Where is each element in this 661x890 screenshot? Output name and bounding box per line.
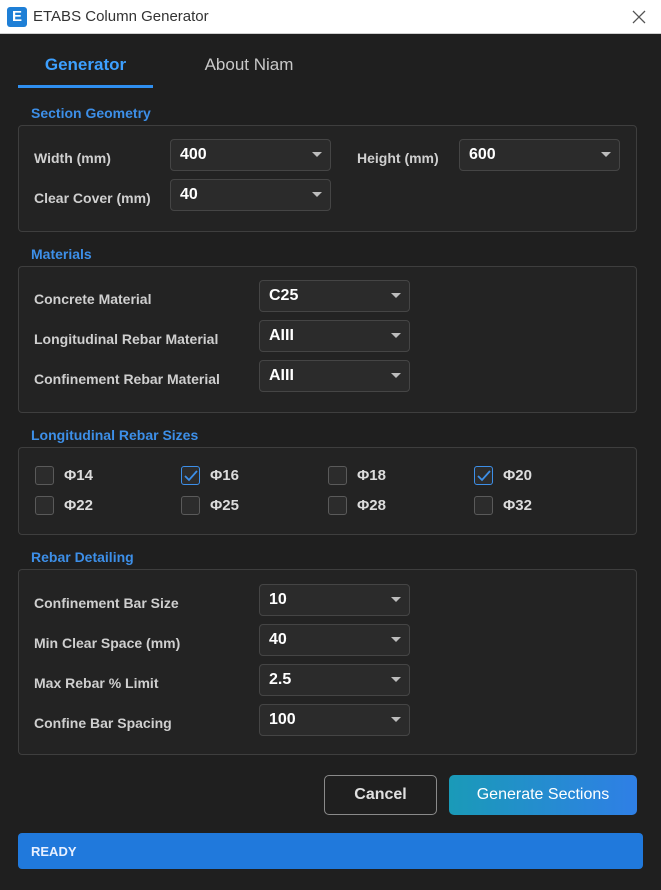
rebar-checkbox-phi18[interactable]: Φ18 — [328, 465, 418, 487]
rebar-checkbox-label: Φ28 — [357, 497, 386, 514]
checkmark-icon — [477, 470, 491, 482]
rebar-checkbox-phi16[interactable]: Φ16 — [181, 465, 271, 487]
rebar-checkbox-phi14[interactable]: Φ14 — [35, 465, 125, 487]
confinement-rebar-material-select[interactable]: AIII — [259, 360, 410, 392]
checkbox-box — [35, 496, 54, 515]
longitudinal-rebar-material-label: Longitudinal Rebar Material — [34, 331, 219, 347]
rebar-checkbox-label: Φ22 — [64, 497, 93, 514]
confinement-rebar-material-value: AIII — [269, 367, 294, 384]
width-value: 400 — [180, 146, 207, 163]
status-text: READY — [31, 844, 77, 859]
materials-title: Materials — [31, 246, 92, 262]
min-clear-space-label: Min Clear Space (mm) — [34, 635, 181, 651]
concrete-material-value: C25 — [269, 287, 299, 304]
materials-group: Concrete Material C25 Longitudinal Rebar… — [18, 266, 637, 413]
chevron-down-icon — [391, 637, 401, 642]
rebar-checkbox-label: Φ25 — [210, 497, 239, 514]
app-icon: E — [7, 7, 27, 27]
rebar-checkbox-phi32[interactable]: Φ32 — [474, 495, 564, 517]
window-title: ETABS Column Generator — [33, 8, 209, 25]
generate-sections-button[interactable]: Generate Sections — [449, 775, 637, 815]
concrete-material-label: Concrete Material — [34, 291, 152, 307]
longitudinal-rebar-material-select[interactable]: AIII — [259, 320, 410, 352]
chevron-down-icon — [391, 373, 401, 378]
rebar-sizes-title: Longitudinal Rebar Sizes — [31, 427, 199, 443]
chevron-down-icon — [391, 293, 401, 298]
rebar-checkbox-label: Φ18 — [357, 467, 386, 484]
checkbox-box — [181, 496, 200, 515]
width-select[interactable]: 400 — [170, 139, 331, 171]
rebar-sizes-group: Φ14 Φ16 Φ18 Φ20 Φ22 Φ25 Φ28 Φ32 — [18, 447, 637, 535]
rebar-detailing-title: Rebar Detailing — [31, 549, 134, 565]
max-rebar-limit-select[interactable]: 2.5 — [259, 664, 410, 696]
chevron-down-icon — [601, 152, 611, 157]
tab-generator[interactable]: Generator — [18, 52, 153, 88]
concrete-material-select[interactable]: C25 — [259, 280, 410, 312]
longitudinal-rebar-material-value: AIII — [269, 327, 294, 344]
rebar-checkbox-label: Φ16 — [210, 467, 239, 484]
tab-about-niam[interactable]: About Niam — [180, 52, 318, 88]
chevron-down-icon — [391, 677, 401, 682]
rebar-checkbox-phi28[interactable]: Φ28 — [328, 495, 418, 517]
height-value: 600 — [469, 146, 496, 163]
min-clear-space-value: 40 — [269, 631, 287, 648]
checkbox-box — [328, 466, 347, 485]
clear-cover-value: 40 — [180, 186, 198, 203]
chevron-down-icon — [312, 152, 322, 157]
cancel-button[interactable]: Cancel — [324, 775, 437, 815]
confinement-bar-size-label: Confinement Bar Size — [34, 595, 179, 611]
checkbox-box — [181, 466, 200, 485]
clear-cover-select[interactable]: 40 — [170, 179, 331, 211]
checkmark-icon — [184, 470, 198, 482]
rebar-detailing-group: Confinement Bar Size 10 Min Clear Space … — [18, 569, 637, 755]
confine-bar-spacing-label: Confine Bar Spacing — [34, 715, 172, 731]
min-clear-space-select[interactable]: 40 — [259, 624, 410, 656]
rebar-checkbox-phi22[interactable]: Φ22 — [35, 495, 125, 517]
section-geometry-title: Section Geometry — [31, 105, 151, 121]
confine-bar-spacing-select[interactable]: 100 — [259, 704, 410, 736]
rebar-checkbox-label: Φ14 — [64, 467, 93, 484]
height-select[interactable]: 600 — [459, 139, 620, 171]
rebar-checkbox-label: Φ32 — [503, 497, 532, 514]
confinement-rebar-material-label: Confinement Rebar Material — [34, 371, 220, 387]
rebar-checkbox-label: Φ20 — [503, 467, 532, 484]
checkbox-box — [474, 466, 493, 485]
chevron-down-icon — [391, 597, 401, 602]
confine-bar-spacing-value: 100 — [269, 711, 296, 728]
checkbox-box — [35, 466, 54, 485]
close-icon[interactable] — [627, 5, 651, 29]
status-bar: READY — [18, 833, 643, 869]
max-rebar-limit-label: Max Rebar % Limit — [34, 675, 159, 691]
checkbox-box — [474, 496, 493, 515]
section-geometry-group: Width (mm) 400 Height (mm) 600 Clear Cov… — [18, 125, 637, 232]
chevron-down-icon — [391, 333, 401, 338]
rebar-checkbox-phi25[interactable]: Φ25 — [181, 495, 271, 517]
max-rebar-limit-value: 2.5 — [269, 671, 292, 688]
rebar-checkbox-phi20[interactable]: Φ20 — [474, 465, 564, 487]
chevron-down-icon — [391, 717, 401, 722]
chevron-down-icon — [312, 192, 322, 197]
checkbox-box — [328, 496, 347, 515]
confinement-bar-size-select[interactable]: 10 — [259, 584, 410, 616]
title-bar: E ETABS Column Generator — [0, 0, 661, 34]
clear-cover-label: Clear Cover (mm) — [34, 190, 151, 206]
width-label: Width (mm) — [34, 150, 111, 166]
confinement-bar-size-value: 10 — [269, 591, 287, 608]
height-label: Height (mm) — [357, 150, 439, 166]
